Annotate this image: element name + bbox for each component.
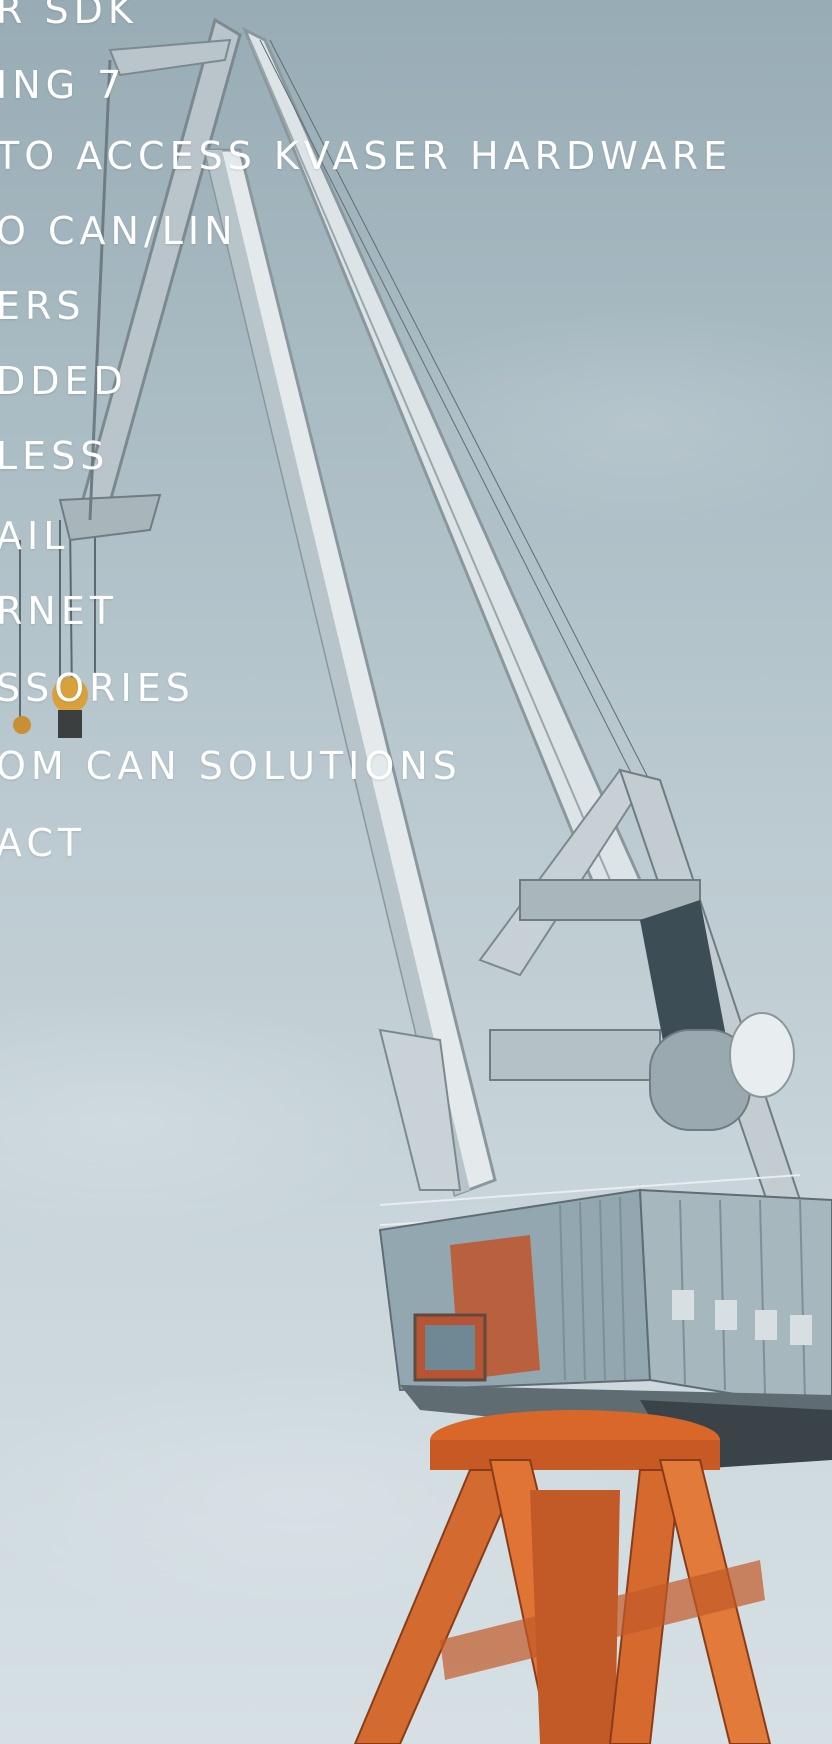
machinery-frame [478, 768, 802, 1212]
nav-item-custom-can-solutions[interactable]: OM CAN SOLUTIONS [0, 741, 462, 791]
nav-item-kvaser-sdk[interactable]: R SDK [0, 0, 138, 35]
nav-item-wireless[interactable]: LESS [0, 431, 109, 481]
nav-item-access-kvaser-hardware[interactable]: TO ACCESS KVASER HARDWARE [0, 131, 732, 181]
nav-item-contact[interactable]: ACT [0, 818, 86, 868]
rear-strut [203, 148, 497, 1198]
nav-item-can-lin[interactable]: O CAN/LIN [0, 206, 238, 256]
hero-background: R SDK ING 7 TO ACCESS KVASER HARDWARE O … [0, 0, 832, 1744]
nav-item-embedded[interactable]: DDED [0, 356, 128, 406]
nav-item-loggers[interactable]: ERS [0, 281, 86, 331]
crane-photo [13, 17, 832, 1744]
orange-tower [353, 1410, 772, 1744]
nav-item-ing-7[interactable]: ING 7 [0, 60, 126, 110]
nav-item-ethernet[interactable]: RNET [0, 586, 118, 636]
nav-item-accessories[interactable]: SSORIES [0, 663, 195, 713]
nav-item-retail[interactable]: AIL [0, 511, 69, 561]
